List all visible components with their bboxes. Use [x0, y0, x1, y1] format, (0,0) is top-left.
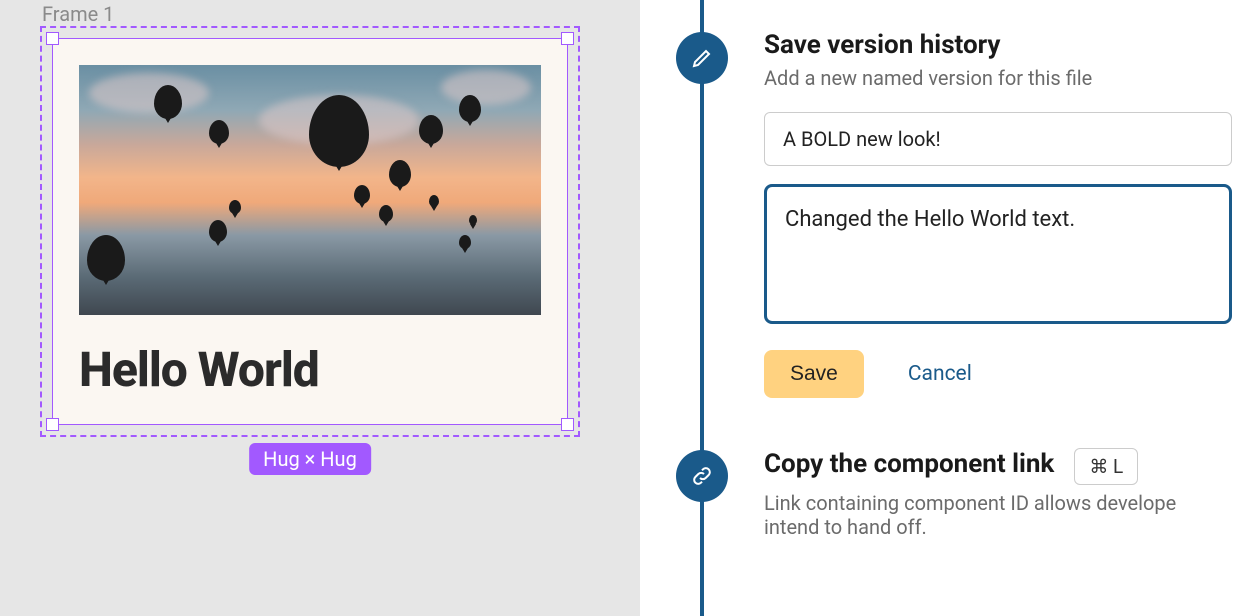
save-version-title: Save version history	[764, 30, 1236, 60]
copy-link-title: Copy the component link	[764, 449, 1054, 479]
resize-handle-br[interactable]	[561, 418, 574, 431]
save-button[interactable]: Save	[764, 350, 864, 398]
pencil-icon	[676, 32, 728, 84]
card-image	[79, 65, 541, 315]
resize-handle-tr[interactable]	[561, 32, 574, 45]
resize-handle-bl[interactable]	[46, 418, 59, 431]
timeline-step-save-version: Save version history Add a new named ver…	[700, 30, 1236, 398]
selection-inner[interactable]: Hello World	[52, 38, 568, 425]
selection-outer[interactable]: Hello World Hug × Hug	[40, 26, 580, 437]
timeline-step-copy-link: Copy the component link ⌘ L Link contain…	[700, 448, 1236, 539]
button-row: Save Cancel	[764, 350, 1236, 398]
cancel-button[interactable]: Cancel	[908, 362, 972, 386]
version-description-input[interactable]	[764, 184, 1232, 324]
card-title: Hello World	[79, 341, 541, 398]
frame-label: Frame 1	[40, 0, 600, 26]
canvas-pane: Frame 1	[0, 0, 640, 616]
resize-handle-tl[interactable]	[46, 32, 59, 45]
sidebar-pane: Save version history Add a new named ver…	[640, 0, 1236, 616]
size-indicator: Hug × Hug	[249, 443, 371, 475]
save-version-subtitle: Add a new named version for this file	[764, 66, 1236, 90]
version-name-input[interactable]	[764, 112, 1232, 166]
keyboard-shortcut-badge: ⌘ L	[1074, 448, 1138, 485]
card: Hello World	[53, 39, 567, 424]
link-icon	[676, 450, 728, 502]
copy-link-description: Link containing component ID allows deve…	[764, 491, 1236, 539]
